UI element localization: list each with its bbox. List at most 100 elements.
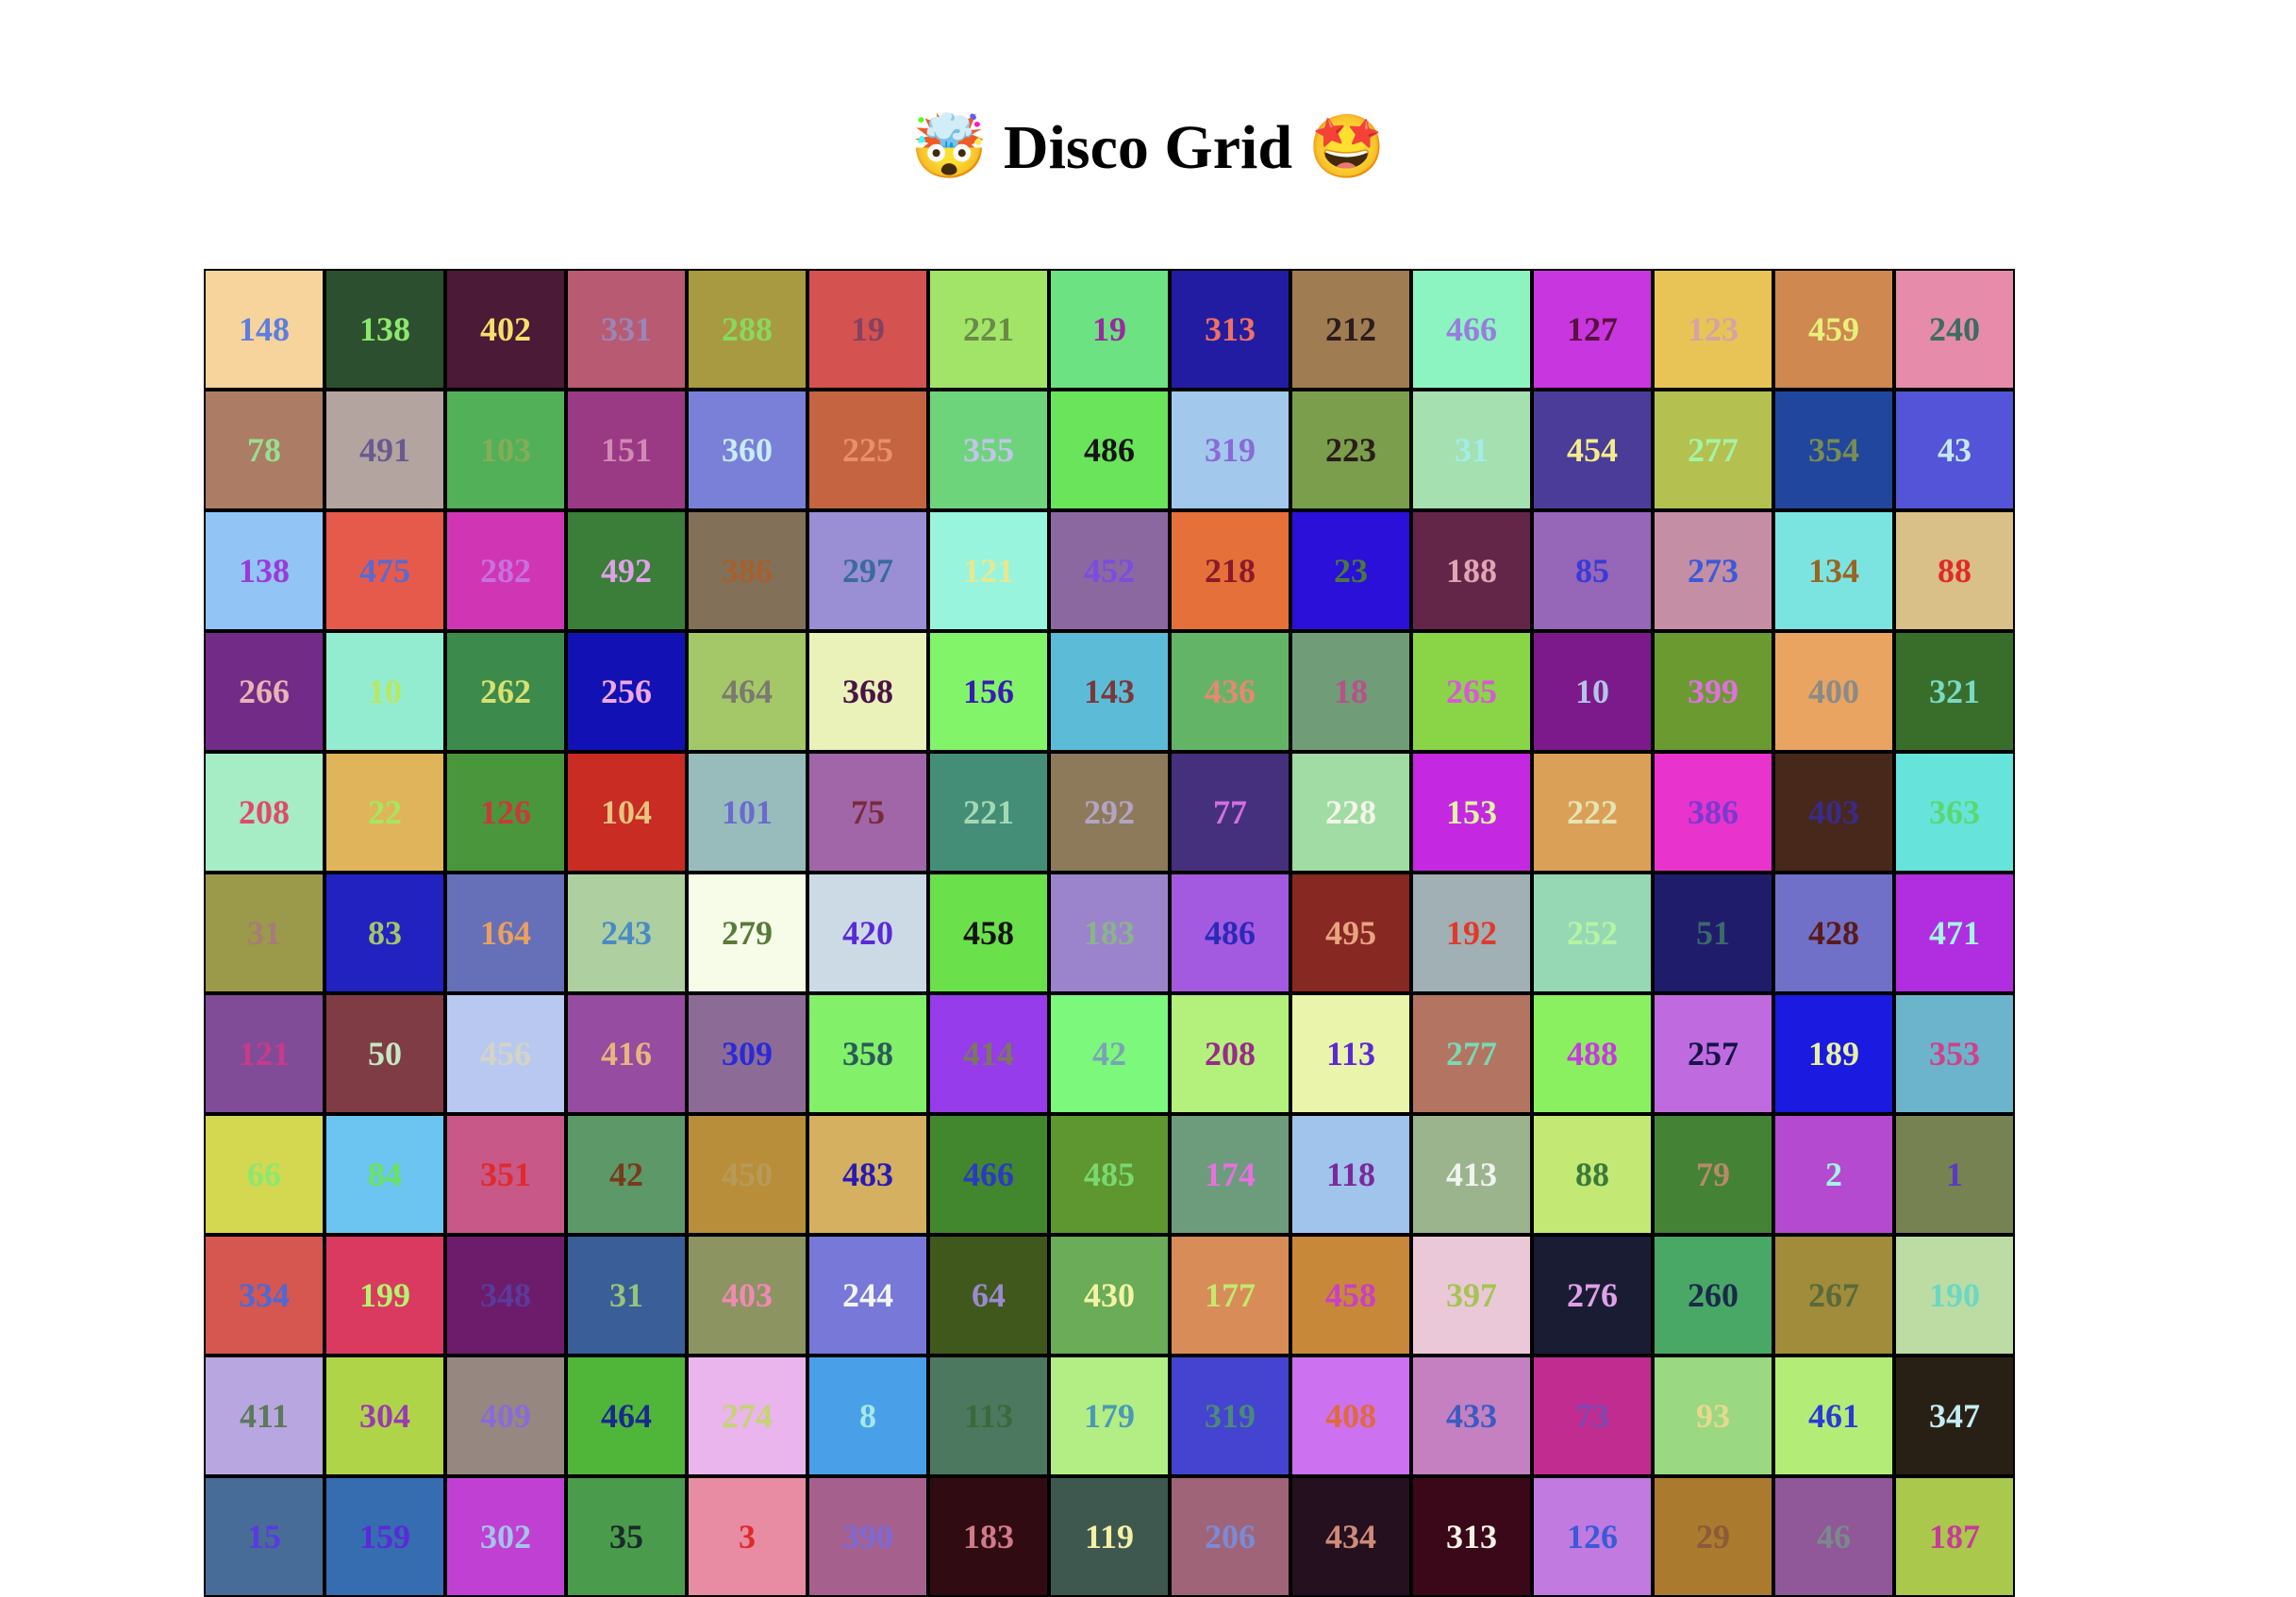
grid-cell[interactable]: 434 [1290, 1476, 1411, 1597]
grid-cell[interactable]: 23 [1290, 510, 1411, 631]
grid-cell[interactable]: 292 [1049, 752, 1170, 873]
grid-cell[interactable]: 386 [1653, 752, 1773, 873]
grid-cell[interactable]: 43 [1894, 390, 2015, 510]
grid-cell[interactable]: 84 [324, 1114, 445, 1235]
grid-cell[interactable]: 218 [1170, 510, 1290, 631]
grid-cell[interactable]: 321 [1894, 631, 2015, 752]
grid-cell[interactable]: 495 [1290, 873, 1411, 993]
grid-cell[interactable]: 134 [1773, 510, 1894, 631]
grid-cell[interactable]: 262 [445, 631, 566, 752]
grid-cell[interactable]: 265 [1411, 631, 1532, 752]
grid-cell[interactable]: 199 [324, 1235, 445, 1356]
grid-cell[interactable]: 400 [1773, 631, 1894, 752]
grid-cell[interactable]: 486 [1049, 390, 1170, 510]
grid-cell[interactable]: 10 [1532, 631, 1653, 752]
grid-cell[interactable]: 123 [1653, 269, 1773, 390]
grid-cell[interactable]: 416 [566, 993, 687, 1114]
grid-cell[interactable]: 360 [687, 390, 807, 510]
grid-cell[interactable]: 222 [1532, 752, 1653, 873]
grid-cell[interactable]: 228 [1290, 752, 1411, 873]
grid-cell[interactable]: 454 [1532, 390, 1653, 510]
grid-cell[interactable]: 183 [1049, 873, 1170, 993]
grid-cell[interactable]: 358 [807, 993, 928, 1114]
grid-cell[interactable]: 93 [1653, 1356, 1773, 1476]
grid-cell[interactable]: 257 [1653, 993, 1773, 1114]
grid-cell[interactable]: 164 [445, 873, 566, 993]
grid-cell[interactable]: 420 [807, 873, 928, 993]
grid-cell[interactable]: 212 [1290, 269, 1411, 390]
grid-cell[interactable]: 121 [928, 510, 1049, 631]
grid-cell[interactable]: 189 [1773, 993, 1894, 1114]
grid-cell[interactable]: 190 [1894, 1235, 2015, 1356]
grid-cell[interactable]: 51 [1653, 873, 1773, 993]
grid-cell[interactable]: 485 [1049, 1114, 1170, 1235]
grid-cell[interactable]: 177 [1170, 1235, 1290, 1356]
grid-cell[interactable]: 368 [807, 631, 928, 752]
grid-cell[interactable]: 402 [445, 269, 566, 390]
grid-cell[interactable]: 79 [1653, 1114, 1773, 1235]
grid-cell[interactable]: 279 [687, 873, 807, 993]
grid-cell[interactable]: 456 [445, 993, 566, 1114]
grid-cell[interactable]: 354 [1773, 390, 1894, 510]
grid-cell[interactable]: 221 [928, 269, 1049, 390]
grid-cell[interactable]: 148 [204, 269, 324, 390]
grid-cell[interactable]: 42 [566, 1114, 687, 1235]
grid-cell[interactable]: 413 [1411, 1114, 1532, 1235]
grid-cell[interactable]: 403 [687, 1235, 807, 1356]
grid-cell[interactable]: 397 [1411, 1235, 1532, 1356]
grid-cell[interactable]: 399 [1653, 631, 1773, 752]
grid-cell[interactable]: 277 [1411, 993, 1532, 1114]
grid-cell[interactable]: 19 [1049, 269, 1170, 390]
grid-cell[interactable]: 18 [1290, 631, 1411, 752]
grid-cell[interactable]: 409 [445, 1356, 566, 1476]
grid-cell[interactable]: 471 [1894, 873, 2015, 993]
grid-cell[interactable]: 282 [445, 510, 566, 631]
grid-cell[interactable]: 8 [807, 1356, 928, 1476]
grid-cell[interactable]: 179 [1049, 1356, 1170, 1476]
grid-cell[interactable]: 66 [204, 1114, 324, 1235]
grid-cell[interactable]: 464 [687, 631, 807, 752]
grid-cell[interactable]: 85 [1532, 510, 1653, 631]
grid-cell[interactable]: 436 [1170, 631, 1290, 752]
grid-cell[interactable]: 22 [324, 752, 445, 873]
grid-cell[interactable]: 64 [928, 1235, 1049, 1356]
grid-cell[interactable]: 475 [324, 510, 445, 631]
grid-cell[interactable]: 183 [928, 1476, 1049, 1597]
grid-cell[interactable]: 274 [687, 1356, 807, 1476]
grid-cell[interactable]: 50 [324, 993, 445, 1114]
grid-cell[interactable]: 488 [1532, 993, 1653, 1114]
grid-cell[interactable]: 348 [445, 1235, 566, 1356]
grid-cell[interactable]: 351 [445, 1114, 566, 1235]
grid-cell[interactable]: 331 [566, 269, 687, 390]
grid-cell[interactable]: 313 [1170, 269, 1290, 390]
grid-cell[interactable]: 483 [807, 1114, 928, 1235]
grid-cell[interactable]: 42 [1049, 993, 1170, 1114]
grid-cell[interactable]: 31 [1411, 390, 1532, 510]
grid-cell[interactable]: 430 [1049, 1235, 1170, 1356]
grid-cell[interactable]: 88 [1894, 510, 2015, 631]
grid-cell[interactable]: 31 [566, 1235, 687, 1356]
grid-cell[interactable]: 1 [1894, 1114, 2015, 1235]
grid-cell[interactable]: 244 [807, 1235, 928, 1356]
grid-cell[interactable]: 347 [1894, 1356, 2015, 1476]
grid-cell[interactable]: 75 [807, 752, 928, 873]
grid-cell[interactable]: 113 [1290, 993, 1411, 1114]
grid-cell[interactable]: 450 [687, 1114, 807, 1235]
grid-cell[interactable]: 355 [928, 390, 1049, 510]
grid-cell[interactable]: 113 [928, 1356, 1049, 1476]
grid-cell[interactable]: 208 [1170, 993, 1290, 1114]
grid-cell[interactable]: 29 [1653, 1476, 1773, 1597]
grid-cell[interactable]: 403 [1773, 752, 1894, 873]
grid-cell[interactable]: 159 [324, 1476, 445, 1597]
grid-cell[interactable]: 187 [1894, 1476, 2015, 1597]
grid-cell[interactable]: 491 [324, 390, 445, 510]
grid-cell[interactable]: 119 [1049, 1476, 1170, 1597]
grid-cell[interactable]: 461 [1773, 1356, 1894, 1476]
grid-cell[interactable]: 221 [928, 752, 1049, 873]
grid-cell[interactable]: 126 [445, 752, 566, 873]
grid-cell[interactable]: 3 [687, 1476, 807, 1597]
grid-cell[interactable]: 156 [928, 631, 1049, 752]
grid-cell[interactable]: 15 [204, 1476, 324, 1597]
grid-cell[interactable]: 428 [1773, 873, 1894, 993]
grid-cell[interactable]: 10 [324, 631, 445, 752]
